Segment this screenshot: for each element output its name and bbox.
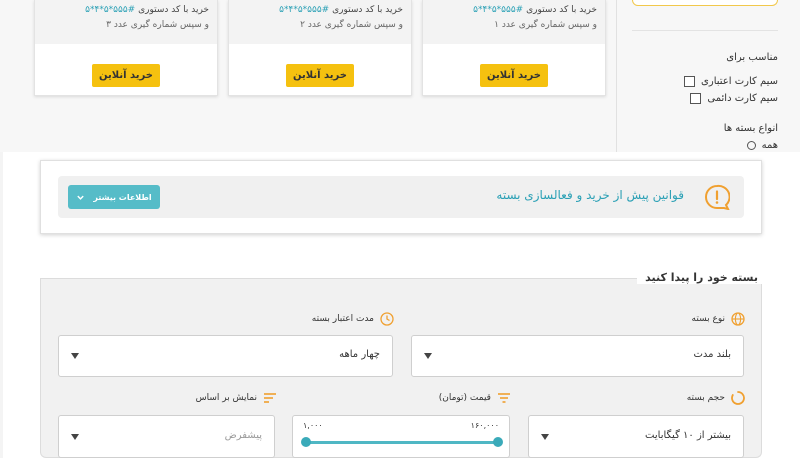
card-info: خرید با کد دستوری #۵۵۵*۵*۴*۵ و سپس شماره… bbox=[423, 0, 605, 44]
package-card-3: خرید با کد دستوری #۵۵۵*۵*۴*۵ و سپس شماره… bbox=[34, 0, 218, 96]
ussd-code: #۵۵۵*۵*۴*۵ bbox=[85, 5, 136, 15]
ussd-code: #۵۵۵*۵*۴*۵ bbox=[279, 5, 330, 15]
radio-button[interactable] bbox=[746, 141, 756, 150]
buy-online-button[interactable]: خرید آنلاین bbox=[286, 64, 354, 87]
card-info: خرید با کد دستوری #۵۵۵*۵*۴*۵ و سپس شماره… bbox=[229, 0, 411, 44]
chevron-down-icon bbox=[77, 195, 85, 200]
card-buy-line: خرید با کد دستوری #۵۵۵*۵*۴*۵ bbox=[473, 5, 597, 15]
ussd-code: #۵۵۵*۵*۴*۵ bbox=[473, 5, 524, 15]
filter-postpaid-sim[interactable]: سیم کارت دائمی bbox=[690, 93, 778, 104]
card-buy-line: خرید با کد دستوری #۵۵۵*۵*۴*۵ bbox=[279, 5, 403, 15]
volume-label: حجم بسته bbox=[687, 391, 745, 405]
package-types-title: انواع بسته ها bbox=[723, 123, 778, 134]
package-type-label: نوع بسته bbox=[692, 312, 745, 326]
caret-down-icon bbox=[424, 353, 432, 359]
more-info-button[interactable]: اطلاعات بیشتر bbox=[68, 185, 160, 209]
package-card-2: خرید با کد دستوری #۵۵۵*۵*۴*۵ و سپس شماره… bbox=[228, 0, 412, 96]
finder-title: بسته خود را پیدا کنید bbox=[637, 271, 766, 284]
price-label: قیمت (تومان) bbox=[439, 391, 511, 405]
validity-select[interactable]: چهار ماهه bbox=[58, 335, 393, 377]
caret-down-icon bbox=[71, 353, 79, 359]
volume-select[interactable]: بیشتر از ۱۰ گیگابایت bbox=[528, 415, 744, 458]
validity-label: مدت اعتبار بسته bbox=[312, 312, 394, 326]
card-buy-line: خرید با کد دستوری #۵۵۵*۵*۴*۵ bbox=[85, 5, 209, 15]
buy-online-button[interactable]: خرید آنلاین bbox=[480, 64, 548, 87]
suitable-for-title: مناسب برای bbox=[726, 52, 778, 63]
rules-box: اطلاعات بیشتر قوانین پیش از خرید و فعالس… bbox=[40, 160, 762, 234]
question-bubble-icon bbox=[705, 184, 730, 210]
sidebar-divider bbox=[616, 0, 617, 152]
sort-icon bbox=[264, 393, 276, 403]
sort-label: نمایش بر اساس bbox=[196, 391, 277, 405]
price-max-value: ۱۶۰,۰۰۰ bbox=[470, 421, 499, 430]
package-card-1: خرید با کد دستوری #۵۵۵*۵*۴*۵ و سپس شماره… bbox=[422, 0, 606, 96]
card-info: خرید با کد دستوری #۵۵۵*۵*۴*۵ و سپس شماره… bbox=[35, 0, 217, 44]
checkbox[interactable] bbox=[690, 93, 702, 104]
card-instruction: و سپس شماره گیری عدد ۲ bbox=[300, 20, 403, 30]
price-range-slider: ۱۶۰,۰۰۰ ۱,۰۰۰ bbox=[292, 415, 510, 458]
slider-min-handle[interactable] bbox=[301, 437, 311, 447]
package-type-select[interactable]: بلند مدت bbox=[411, 335, 744, 377]
sort-select[interactable]: پیشفرض bbox=[58, 415, 275, 458]
buy-online-button[interactable]: خرید آنلاین bbox=[92, 64, 160, 87]
filter-all-types[interactable]: همه bbox=[746, 140, 778, 151]
slider-max-handle[interactable] bbox=[493, 437, 503, 447]
price-min-value: ۱,۰۰۰ bbox=[303, 421, 323, 430]
card-instruction: و سپس شماره گیری عدد ۱ bbox=[494, 20, 597, 30]
sidebar-separator bbox=[632, 30, 778, 31]
rules-title: قوانین پیش از خرید و فعالسازی بسته bbox=[496, 188, 684, 202]
spinner-icon bbox=[731, 391, 745, 405]
caret-down-icon bbox=[71, 434, 79, 440]
filter-icon bbox=[498, 393, 510, 403]
slider-track[interactable] bbox=[306, 441, 498, 444]
caret-down-icon bbox=[541, 434, 549, 440]
filter-prepaid-sim[interactable]: سیم کارت اعتباری bbox=[684, 76, 778, 87]
top-area: خرید با کد دستوری #۵۵۵*۵*۴*۵ و سپس شماره… bbox=[0, 0, 800, 152]
checkbox[interactable] bbox=[684, 76, 696, 87]
rules-banner: اطلاعات بیشتر قوانین پیش از خرید و فعالس… bbox=[58, 176, 744, 218]
card-instruction: و سپس شماره گیری عدد ۳ bbox=[106, 20, 209, 30]
clock-icon bbox=[380, 312, 394, 326]
globe-icon bbox=[731, 312, 745, 326]
sidebar-highlight-box bbox=[632, 0, 778, 6]
